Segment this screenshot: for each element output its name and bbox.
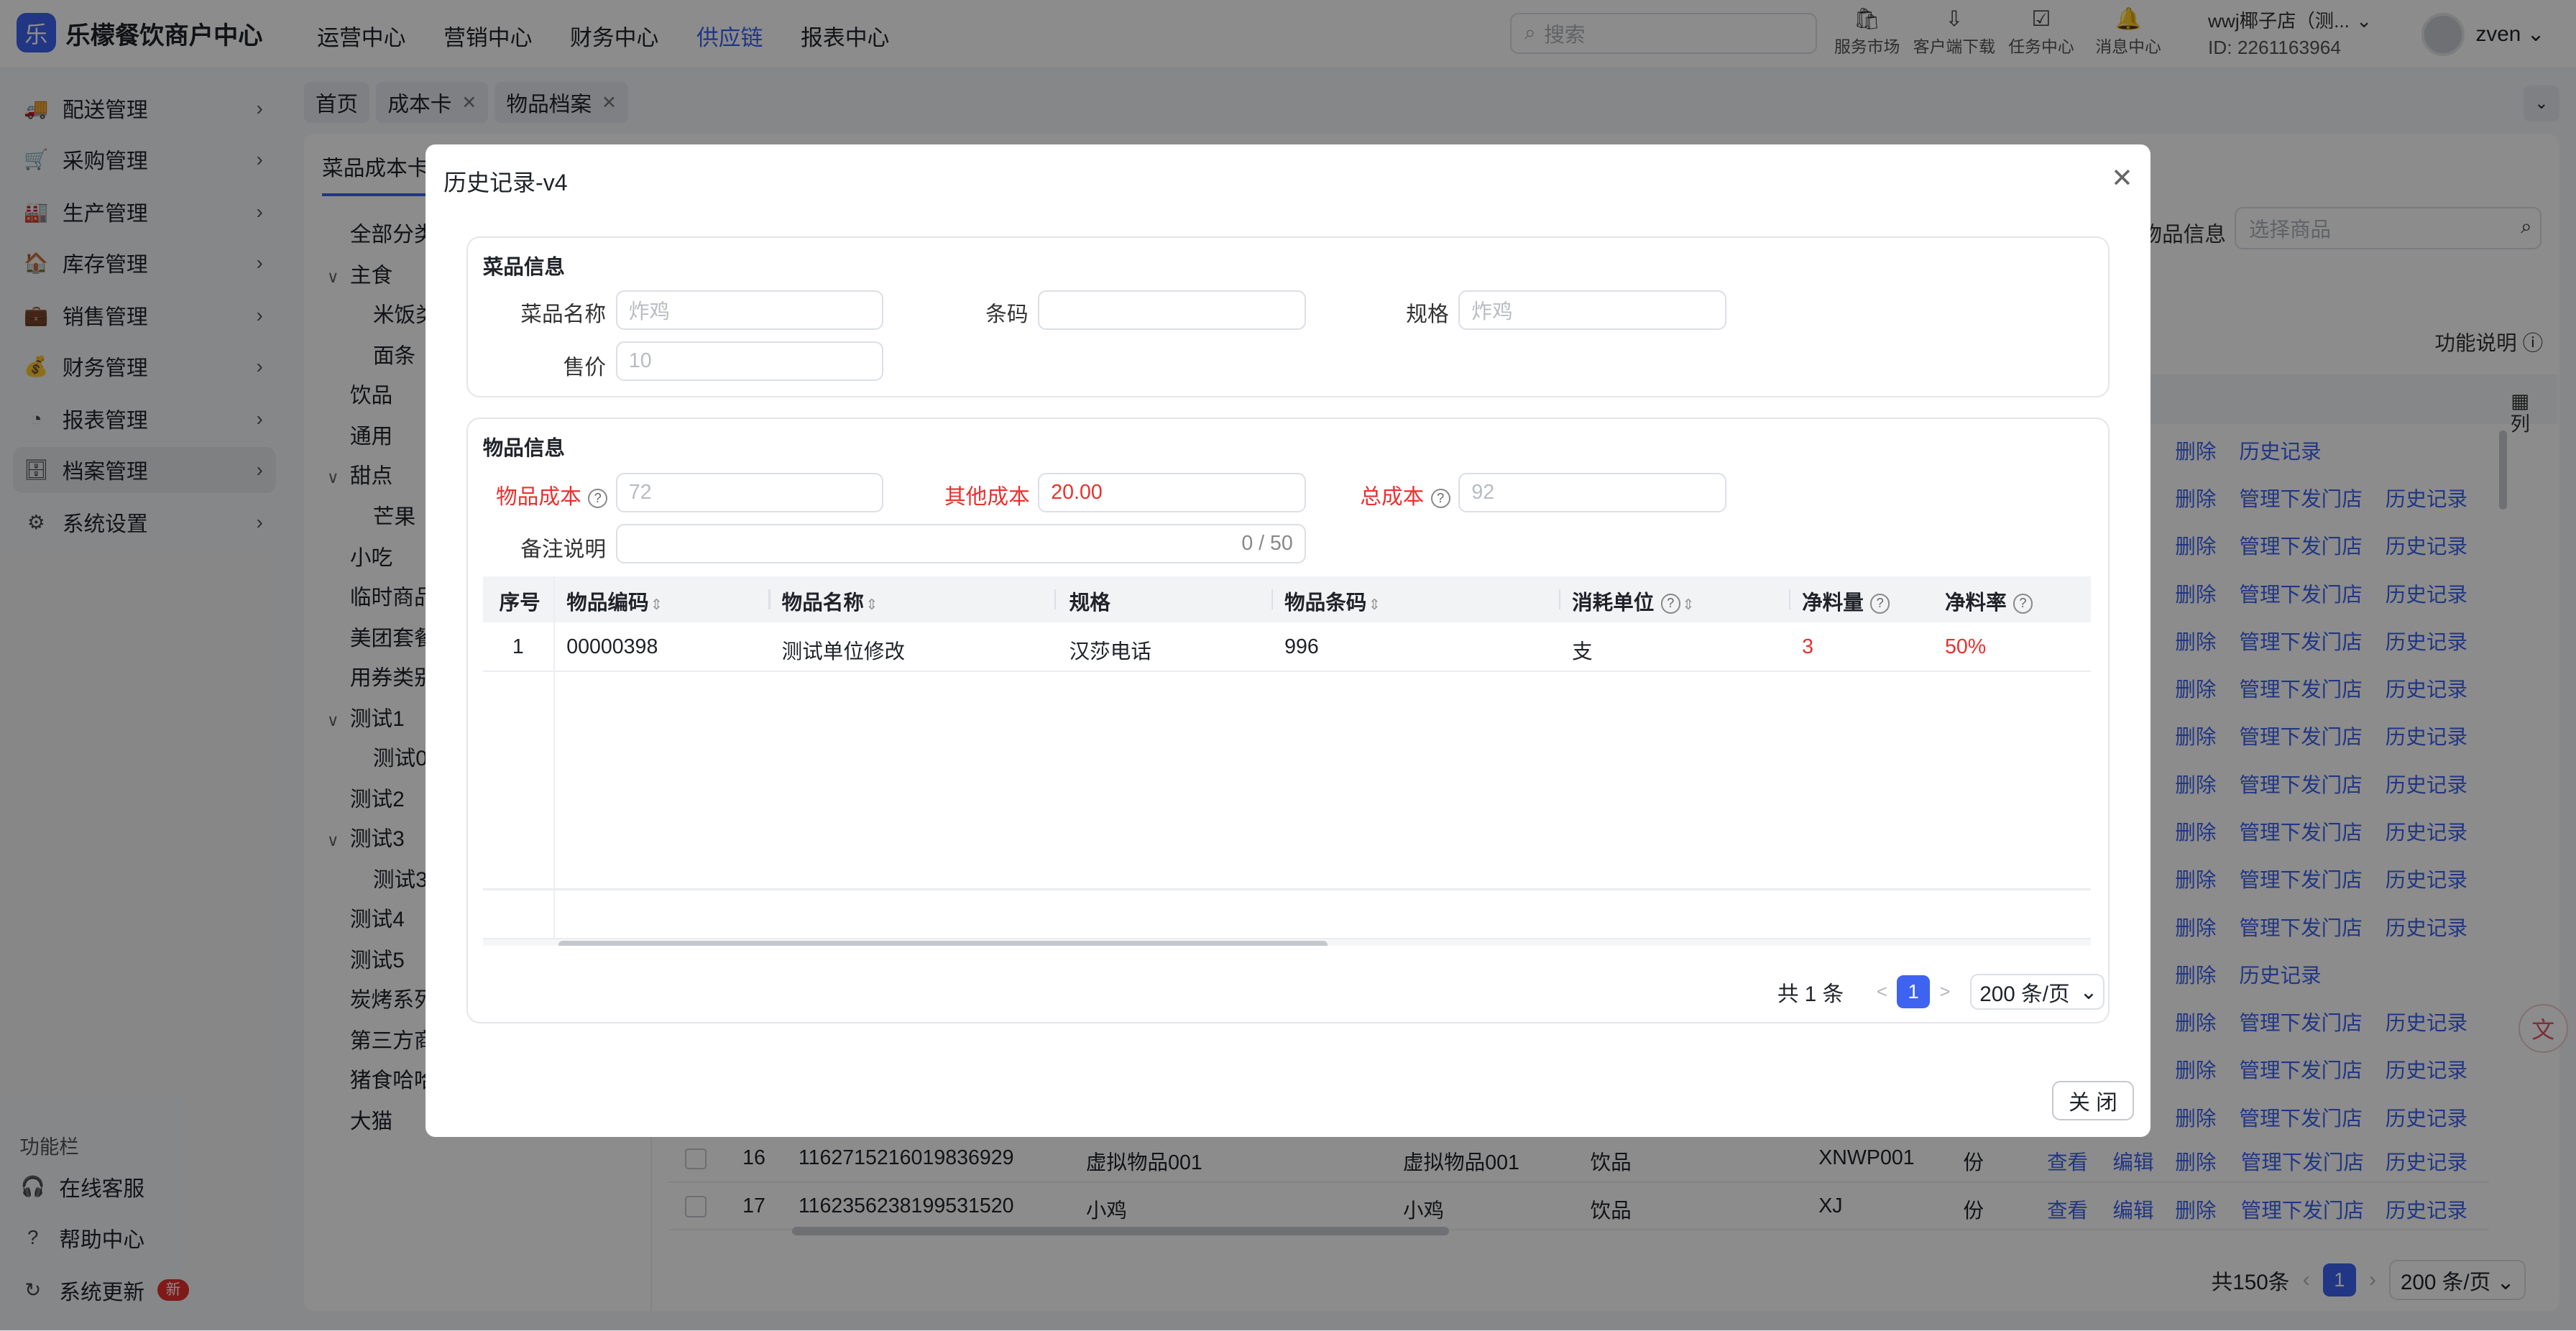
app-root: 乐 乐檬餐饮商户中心 运营中心 营销中心 财务中心 供应链 报表中心 ⌕ 搜索 …: [0, 0, 2576, 1331]
col-code[interactable]: 物品编码 ⇕: [566, 586, 663, 616]
next-page-icon[interactable]: >: [1940, 982, 1951, 1003]
sort-icon: ⇕: [1368, 596, 1381, 613]
col-label: 物品条码: [1284, 591, 1367, 614]
col-divider: [768, 589, 770, 609]
cell-net-qty: 3: [1802, 635, 1813, 659]
page-button[interactable]: 1: [1897, 975, 1931, 1009]
other-cost-field[interactable]: 20.00: [1038, 472, 1306, 512]
col-divider: [1271, 589, 1274, 609]
scrollbar-thumb[interactable]: [558, 941, 1328, 947]
col-label: 物品编码: [566, 591, 649, 614]
page-size-select[interactable]: 200 条/页 ⌄: [1969, 974, 2105, 1010]
barcode-label: 条码: [985, 303, 1029, 327]
price-label: 售价: [563, 355, 607, 379]
prev-page-icon[interactable]: <: [1877, 982, 1887, 1003]
dish-info-section: 菜品信息 菜品名称 炸鸡 条码 规格 炸鸡 售价 10: [466, 236, 2110, 398]
spec-field[interactable]: 炸鸡: [1458, 290, 1726, 331]
total-cost-label-text: 总成本: [1360, 485, 1425, 510]
dish-name-field[interactable]: 炸鸡: [615, 290, 884, 331]
cell-unit: 支: [1572, 640, 1593, 664]
item-info-section: 物品信息 物品成本? 72 其他成本 20.00 总成本? 92 备注说明 0 …: [466, 417, 2110, 1023]
price-field[interactable]: 10: [615, 341, 884, 381]
table-horizontal-scrollbar[interactable]: [482, 937, 2092, 947]
cell-no: 1: [512, 635, 524, 659]
remark-label: 备注说明: [520, 538, 607, 562]
col-divider: [1558, 589, 1561, 609]
item-cost-label: 物品成本?: [495, 479, 608, 510]
barcode-field[interactable]: [1038, 290, 1306, 331]
item-cost-label-text: 物品成本: [495, 485, 581, 510]
help-icon[interactable]: ?: [587, 488, 608, 509]
close-button[interactable]: 关 闭: [2051, 1080, 2135, 1120]
col-name[interactable]: 物品名称 ⇕: [782, 586, 878, 616]
cell-name: 测试单位修改: [781, 640, 906, 664]
cell-code: 00000398: [566, 635, 658, 659]
dish-name-value: 炸鸡: [628, 300, 670, 324]
pagination: 共 1 条 < 1 > 200 条/页 ⌄: [1777, 974, 2105, 1010]
col-net-rate: 净料率?: [1945, 586, 2033, 616]
table-summary-divider: [482, 888, 2092, 890]
help-icon[interactable]: ?: [1430, 488, 1450, 509]
table-header: 序号 物品编码 ⇕ 物品名称 ⇕ 规格 物品条码 ⇕ 消耗单位? ⇕ 净料量? 净料率?: [482, 576, 2092, 622]
pagination-total: 共 1 条: [1777, 982, 1844, 1006]
history-modal: 历史记录-v4 ✕ 菜品信息 菜品名称 炸鸡 条码 规格 炸鸡 售价 10 物品…: [425, 144, 2150, 1137]
cell-net-rate: 50%: [1944, 635, 1987, 659]
page-size-value: 200 条/页: [1979, 982, 2070, 1006]
total-cost-field[interactable]: 92: [1458, 472, 1726, 512]
spec-label: 规格: [1406, 303, 1449, 327]
col-divider: [1788, 589, 1791, 609]
section-title: 菜品信息: [482, 256, 565, 280]
col-net-qty: 净料量?: [1802, 586, 1890, 616]
sort-icon: ⇕: [650, 596, 663, 613]
col-spec: 规格: [1070, 586, 1110, 616]
other-cost-label: 其他成本: [944, 485, 1030, 510]
item-cost-field[interactable]: 72: [615, 472, 884, 512]
col-label: 规格: [1069, 591, 1110, 614]
modal-title: 历史记录-v4: [443, 169, 568, 195]
col-no: 序号: [500, 586, 540, 616]
close-icon[interactable]: ✕: [2111, 162, 2133, 193]
col-label: 净料量: [1802, 591, 1864, 614]
col-label: 序号: [499, 591, 540, 614]
col-divider: [1054, 589, 1057, 609]
dish-name-label: 菜品名称: [520, 303, 607, 327]
cell-spec: 汉莎电话: [1069, 640, 1151, 664]
item-cost-value: 72: [628, 480, 652, 504]
table-row: 1 00000398 测试单位修改 汉莎电话 996 支 3 50%: [482, 622, 2092, 672]
sort-icon: ⇕: [1682, 596, 1695, 613]
other-cost-value: 20.00: [1051, 480, 1103, 504]
remark-counter: 0 / 50: [1241, 531, 1293, 555]
section-title: 物品信息: [482, 436, 565, 460]
sort-icon: ⇕: [865, 596, 878, 613]
col-label: 物品名称: [781, 591, 864, 614]
price-value: 10: [628, 349, 652, 373]
total-cost-label: 总成本?: [1360, 479, 1450, 510]
item-table: 序号 物品编码 ⇕ 物品名称 ⇕ 规格 物品条码 ⇕ 消耗单位? ⇕ 净料量? 净料率?…: [482, 576, 2092, 947]
col-barcode[interactable]: 物品条码 ⇕: [1284, 586, 1381, 616]
help-icon[interactable]: ?: [1869, 594, 1890, 614]
col-label: 净料率: [1944, 591, 2007, 614]
cell-barcode: 996: [1284, 635, 1319, 659]
col-label: 消耗单位: [1572, 591, 1655, 614]
index-column-divider: [553, 576, 556, 938]
help-icon[interactable]: ?: [2012, 594, 2033, 614]
chevron-down-icon: ⌄: [2079, 980, 2098, 1004]
remark-field[interactable]: 0 / 50: [615, 523, 1306, 563]
help-icon[interactable]: ?: [1660, 594, 1680, 614]
total-cost-value: 92: [1471, 480, 1495, 504]
col-unit[interactable]: 消耗单位? ⇕: [1572, 586, 1694, 616]
spec-value: 炸鸡: [1471, 300, 1513, 324]
